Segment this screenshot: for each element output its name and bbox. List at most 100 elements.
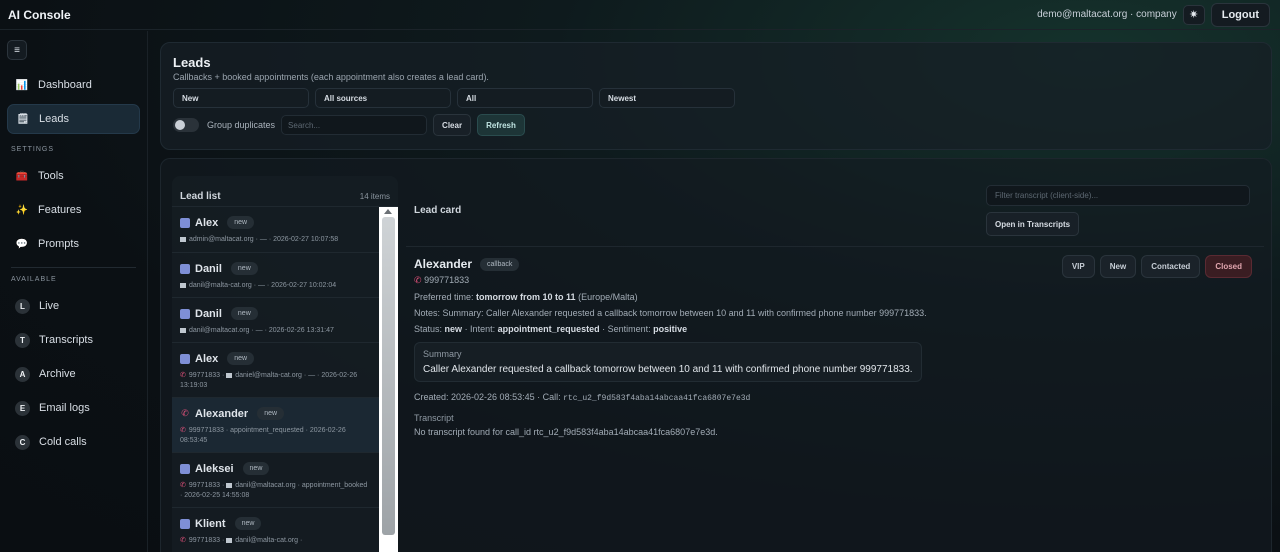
sidebar-item-label: Archive xyxy=(39,368,76,380)
source-filter-select[interactable]: All sources xyxy=(315,88,451,108)
mail-icon xyxy=(226,372,233,378)
clear-button[interactable]: Clear xyxy=(433,114,472,136)
scrollbar-thumb[interactable] xyxy=(382,217,395,535)
lead-detail-name: Alexander xyxy=(414,257,473,271)
scroll-up-arrow-icon[interactable] xyxy=(384,209,392,214)
mail-icon xyxy=(226,482,233,488)
sidebar-item-cold-calls[interactable]: C Cold calls xyxy=(7,427,140,457)
type-filter-select[interactable]: All xyxy=(457,88,593,108)
sidebar-item-label: Leads xyxy=(39,113,69,125)
sidebar-item-live[interactable]: L Live xyxy=(7,291,140,321)
sidebar-item-label: Live xyxy=(39,300,60,312)
sidebar-item-label: Tools xyxy=(38,170,64,182)
menu-icon[interactable]: ≡ xyxy=(7,40,27,60)
phone-icon: ✆ xyxy=(414,275,422,285)
logout-button[interactable]: Logout xyxy=(1210,2,1270,27)
live-letter-icon: L xyxy=(15,298,30,314)
email-lead-icon xyxy=(180,463,190,474)
created-text: Created: 2026-02-26 08:53:45 · Call: xyxy=(414,392,561,402)
list-item-selected[interactable]: ✆ Alexander new ✆ 999771833 · appointment_r… xyxy=(172,397,398,452)
leads-header-card: Leads Callbacks + booked appointments (e… xyxy=(160,42,1272,150)
sort-select[interactable]: Newest xyxy=(599,88,735,108)
status-badge: new xyxy=(257,407,285,420)
sidebar-item-dashboard[interactable]: 📊 Dashboard xyxy=(7,70,140,100)
phone-lead-icon: ✆ xyxy=(181,408,189,418)
phone-icon: ✆ xyxy=(180,427,186,434)
sidebar-item-prompts[interactable]: 💬 Prompts xyxy=(7,229,140,259)
status-value: new xyxy=(444,324,463,334)
summary-text: Caller Alexander requested a callback to… xyxy=(423,364,913,375)
lead-card-header: Lead card Open in Transcripts xyxy=(406,176,1264,236)
intent-value: appointment_requested xyxy=(497,324,600,334)
search-row: Group duplicates Clear Refresh xyxy=(173,114,1259,136)
lead-list-header: Lead list 14 items xyxy=(172,176,398,206)
transcript-filter-input[interactable] xyxy=(986,185,1250,206)
mail-icon xyxy=(226,537,233,543)
status-badge: new xyxy=(230,307,258,320)
created-line: Created: 2026-02-26 08:53:45 · Call: rtc… xyxy=(414,392,1256,403)
top-bar: AI Console demo@maltacat.org · company ✷… xyxy=(0,0,1280,30)
lead-card-title: Lead card xyxy=(414,205,462,216)
mail-icon xyxy=(180,282,186,288)
lead-list-scrollbar[interactable] xyxy=(379,207,398,552)
call-id: rtc_u2_f9d583f4aba14abcaa41fca6807e7e3d xyxy=(563,394,751,403)
lead-list-count: 14 items xyxy=(359,191,390,201)
sidebar-divider xyxy=(11,267,136,268)
lead-list-panel: Lead list 14 items Alex new admin@maltaca… xyxy=(172,176,398,552)
refresh-button[interactable]: Refresh xyxy=(477,114,525,136)
available-section-label: AVAILABLE xyxy=(11,276,57,283)
list-item[interactable]: Klient new ✆ 99771833 · danil@malta-cat.or… xyxy=(172,507,398,552)
summary-box: Summary Caller Alexander requested a cal… xyxy=(414,342,922,382)
lead-list-title: Lead list xyxy=(180,190,221,202)
lead-name: Danil xyxy=(195,262,222,275)
vip-button[interactable]: VIP xyxy=(1061,255,1095,278)
new-status-button[interactable]: New xyxy=(1099,255,1137,278)
lead-meta-phone: 999771833 · appointment_requested · 2026… xyxy=(180,427,346,444)
status-filter-select[interactable]: New xyxy=(173,88,309,108)
sidebar-item-leads[interactable]: 🗒 Leads xyxy=(7,104,140,134)
lead-name: Aleksei xyxy=(195,462,234,475)
page-title: Leads xyxy=(173,55,211,70)
closed-button[interactable]: Closed xyxy=(1205,255,1252,278)
intent-label: · Intent: xyxy=(464,324,496,334)
list-item[interactable]: Danil new danil@maltacat.org · — · 2026-0… xyxy=(172,297,398,342)
email-lead-icon xyxy=(180,217,190,228)
group-duplicates-toggle[interactable] xyxy=(173,118,199,132)
lead-meta-phone: 99771833 · xyxy=(188,482,225,489)
preferred-time-value: tomorrow from 10 to 11 xyxy=(476,292,576,302)
mail-icon xyxy=(180,327,186,333)
lead-meta-phone: 99771833 · xyxy=(188,372,225,379)
preferred-time-line: Preferred time: tomorrow from 10 to 11 (… xyxy=(414,292,1256,302)
sidebar-item-transcripts[interactable]: T Transcripts xyxy=(7,325,140,355)
top-right-controls: demo@maltacat.org · company ✷ Logout xyxy=(1037,2,1270,27)
list-item[interactable]: Aleksei new ✆ 99771833 · danil@maltacat.or… xyxy=(172,452,398,507)
open-in-transcripts-button[interactable]: Open in Transcripts xyxy=(986,212,1080,236)
lead-name: Klient xyxy=(195,517,226,530)
list-item[interactable]: Alex new ✆ 99771833 · daniel@malta-cat.org… xyxy=(172,342,398,397)
sidebar-item-email-logs[interactable]: E Email logs xyxy=(7,393,140,423)
email-lead-icon xyxy=(180,308,190,319)
status-badge: new xyxy=(242,462,270,475)
phone-icon: ✆ xyxy=(180,537,186,544)
list-item[interactable]: Danil new danil@malta-cat.org · — · 2026-… xyxy=(172,252,398,297)
status-line: Status: new · Intent: appointment_reques… xyxy=(414,324,1256,334)
app-title: AI Console xyxy=(8,7,71,22)
phone-icon: ✆ xyxy=(180,372,186,379)
email-lead-icon xyxy=(180,353,190,364)
sidebar-item-features[interactable]: ✨ Features xyxy=(7,195,140,225)
lead-meta: admin@maltacat.org · — · 2026-02-27 10:0… xyxy=(189,236,339,243)
sidebar-item-tools[interactable]: 🧰 Tools xyxy=(7,161,140,191)
source-badge: callback xyxy=(480,257,520,271)
list-item[interactable]: Alex new admin@maltacat.org · — · 2026-02… xyxy=(172,206,398,252)
status-badge: new xyxy=(227,216,255,229)
search-input[interactable] xyxy=(281,115,428,135)
email-lead-icon xyxy=(180,263,190,274)
contacted-button[interactable]: Contacted xyxy=(1141,255,1201,278)
sidebar-item-archive[interactable]: A Archive xyxy=(7,359,140,389)
lead-card-actions: Open in Transcripts xyxy=(986,185,1250,236)
page-subtitle: Callbacks + booked appointments (each ap… xyxy=(173,72,489,82)
notes-line: Notes: Summary: Caller Alexander request… xyxy=(414,308,927,318)
lead-name: Danil xyxy=(195,307,222,320)
theme-toggle-icon[interactable]: ✷ xyxy=(1182,4,1205,25)
leads-icon: 🗒 xyxy=(16,113,30,125)
